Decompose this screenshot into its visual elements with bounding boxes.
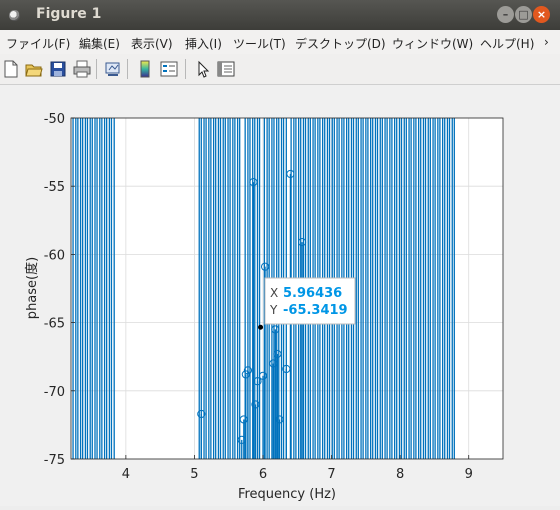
menu-desktop[interactable]: デスクトップ(D) <box>295 35 386 52</box>
insert-legend-icon[interactable] <box>160 60 178 78</box>
y-axis-label: phase(度) <box>24 257 40 319</box>
datatip-y-label: Y <box>269 303 278 317</box>
menu-help[interactable]: ヘルプ(H) <box>480 35 534 52</box>
y-tick-label: -50 <box>44 112 65 127</box>
datatip-x-value: 5.96436 <box>283 286 342 301</box>
x-axis-label: Frequency (Hz) <box>238 487 336 502</box>
title-bar: Figure 1 – □ × <box>0 0 560 30</box>
menu-bar: ファイル(F) 編集(E) 表示(V) 挿入(I) ツール(T) デスクトップ(… <box>0 30 560 54</box>
y-tick-label: -70 <box>44 385 65 400</box>
print-icon[interactable] <box>73 60 91 78</box>
insert-colorbar-icon[interactable] <box>136 60 154 78</box>
menu-edit[interactable]: 編集(E) <box>79 35 120 52</box>
x-tick-label: 7 <box>327 467 335 482</box>
toolbar <box>0 54 560 85</box>
menu-insert[interactable]: 挿入(I) <box>185 35 222 52</box>
datatip-point <box>258 324 264 330</box>
edit-plot-arrow-icon[interactable] <box>194 60 212 78</box>
link-plot-icon[interactable] <box>104 60 122 78</box>
close-icon[interactable]: × <box>533 6 550 23</box>
y-tick-label: -75 <box>44 453 65 468</box>
app-icon <box>9 10 20 21</box>
new-figure-icon[interactable] <box>2 60 20 78</box>
menu-view[interactable]: 表示(V) <box>131 35 173 52</box>
menu-file[interactable]: ファイル(F) <box>6 35 70 52</box>
x-tick-label: 8 <box>396 467 404 482</box>
y-tick-label: -65 <box>44 317 65 332</box>
save-icon[interactable] <box>49 60 67 78</box>
maximize-icon[interactable]: □ <box>515 6 532 23</box>
window-title: Figure 1 <box>36 6 102 22</box>
x-tick-label: 9 <box>465 467 473 482</box>
toolbar-separator <box>185 59 186 79</box>
figure-area: 4 5 6 7 8 9 -50 -55 -60 -65 -70 -75 Frequency (Hz) … <box>0 85 560 506</box>
minimize-icon[interactable]: – <box>497 6 514 23</box>
y-tick-label: -60 <box>44 248 65 263</box>
open-file-icon[interactable] <box>25 60 43 78</box>
menu-overflow-icon[interactable]: › <box>544 35 549 49</box>
datatip-x-label: X <box>270 286 278 300</box>
menu-window[interactable]: ウィンドウ(W) <box>392 35 473 52</box>
x-tick-label: 4 <box>122 467 130 482</box>
x-tick-label: 6 <box>259 467 267 482</box>
property-inspector-icon[interactable] <box>217 60 235 78</box>
x-tick-label: 5 <box>190 467 198 482</box>
plot-svg[interactable]: 4 5 6 7 8 9-50-55-60-65-70-75 Frequency (Hz) … <box>0 85 560 506</box>
menu-tools[interactable]: ツール(T) <box>233 35 286 52</box>
datatip-y-value: -65.3419 <box>283 303 348 318</box>
toolbar-separator <box>96 59 97 79</box>
toolbar-separator <box>127 59 128 79</box>
datatip[interactable]: X 5.96436 Y -65.3419 <box>258 277 356 330</box>
y-tick-label: -55 <box>44 180 65 195</box>
